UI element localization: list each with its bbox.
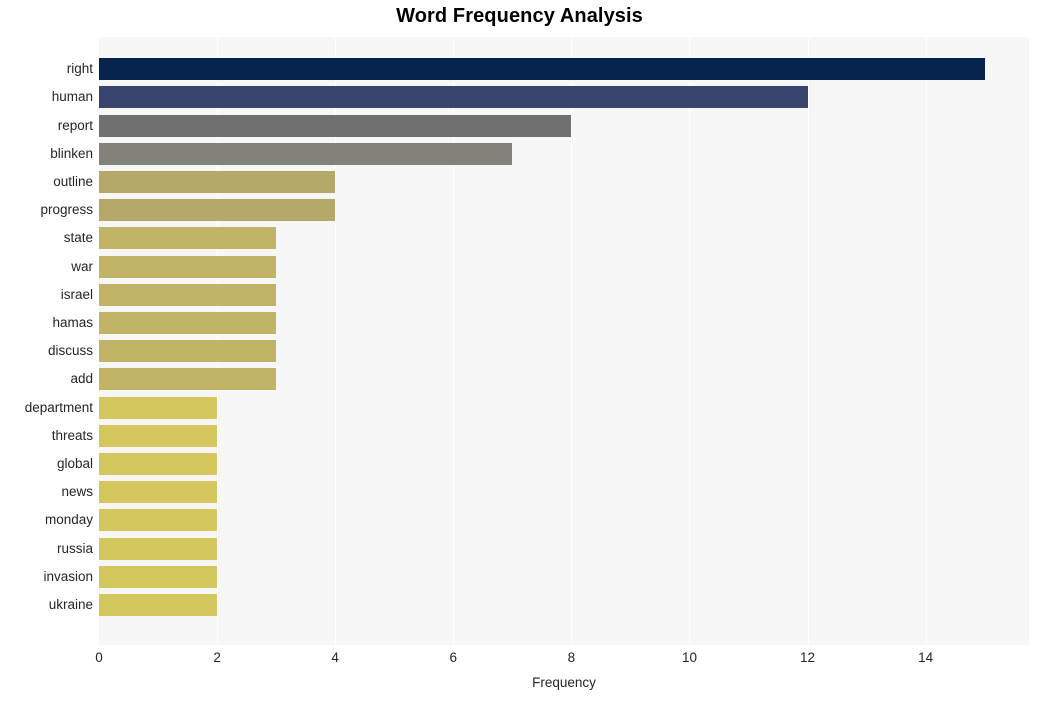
bar[interactable] [99,537,218,560]
bar[interactable] [99,58,985,81]
bar[interactable] [99,481,218,504]
bar[interactable] [99,283,277,306]
chart-title: Word Frequency Analysis [396,5,643,27]
gridline-x-14 [925,37,927,645]
x-axis-label-4: 4 [331,650,339,665]
y-axis-label-war: war [71,258,93,274]
y-axis-label-invasion: invasion [43,568,93,584]
gridline-x-10 [689,37,691,645]
plot-area [99,37,1029,645]
bar[interactable] [99,114,572,137]
x-axis-label-0: 0 [95,650,103,665]
word-frequency-chart: Word Frequency Analysis right human report… [0,0,1039,701]
x-axis-label-14: 14 [918,650,934,665]
bar[interactable] [99,509,218,532]
bar[interactable] [99,227,277,250]
y-axis-label-israel: israel [60,286,93,302]
bar[interactable] [99,311,277,334]
x-axis-label-10: 10 [681,650,697,665]
bar[interactable] [99,340,277,363]
bar[interactable] [99,142,513,165]
y-axis-label-right: right [66,61,93,77]
y-axis-label-add: add [70,371,93,387]
bar[interactable] [99,424,218,447]
bar[interactable] [99,86,808,109]
y-axis-label-state: state [63,230,93,246]
bar[interactable] [99,452,218,475]
y-axis-label-threats: threats [51,427,93,443]
y-axis-label-blinken: blinken [50,145,93,161]
y-axis-label-ukraine: ukraine [48,596,93,612]
bar[interactable] [99,593,218,616]
x-axis-label-2: 2 [213,650,221,665]
bar[interactable] [99,170,336,193]
x-axis-title: Frequency [532,675,596,690]
bar[interactable] [99,396,218,419]
y-axis-label-department: department [24,399,93,415]
bar[interactable] [99,255,277,278]
y-axis-label-global: global [56,455,93,471]
y-axis-label-report: report [57,117,93,133]
x-axis-tick-labels: 0 2 4 6 8 10 12 14 [0,650,1039,670]
y-axis-label-human: human [51,89,93,105]
y-axis-label-monday: monday [44,512,93,528]
x-axis-label-6: 6 [449,650,458,665]
bar[interactable] [99,565,218,588]
y-axis-label-russia: russia [56,540,93,556]
y-axis-label-progress: progress [40,202,93,218]
bar[interactable] [99,368,277,391]
x-axis-label-12: 12 [800,650,816,665]
y-axis-label-outline: outline [53,173,93,189]
y-axis-label-discuss: discuss [47,343,93,359]
y-axis-label-news: news [61,484,93,500]
x-axis-label-8: 8 [567,650,576,665]
gridline-x-8 [571,37,573,645]
gridline-x-12 [807,37,809,645]
y-axis-tick-labels: right human report blinken outline progress st… [0,37,93,645]
y-axis-label-hamas: hamas [52,314,93,330]
bar[interactable] [99,199,336,222]
